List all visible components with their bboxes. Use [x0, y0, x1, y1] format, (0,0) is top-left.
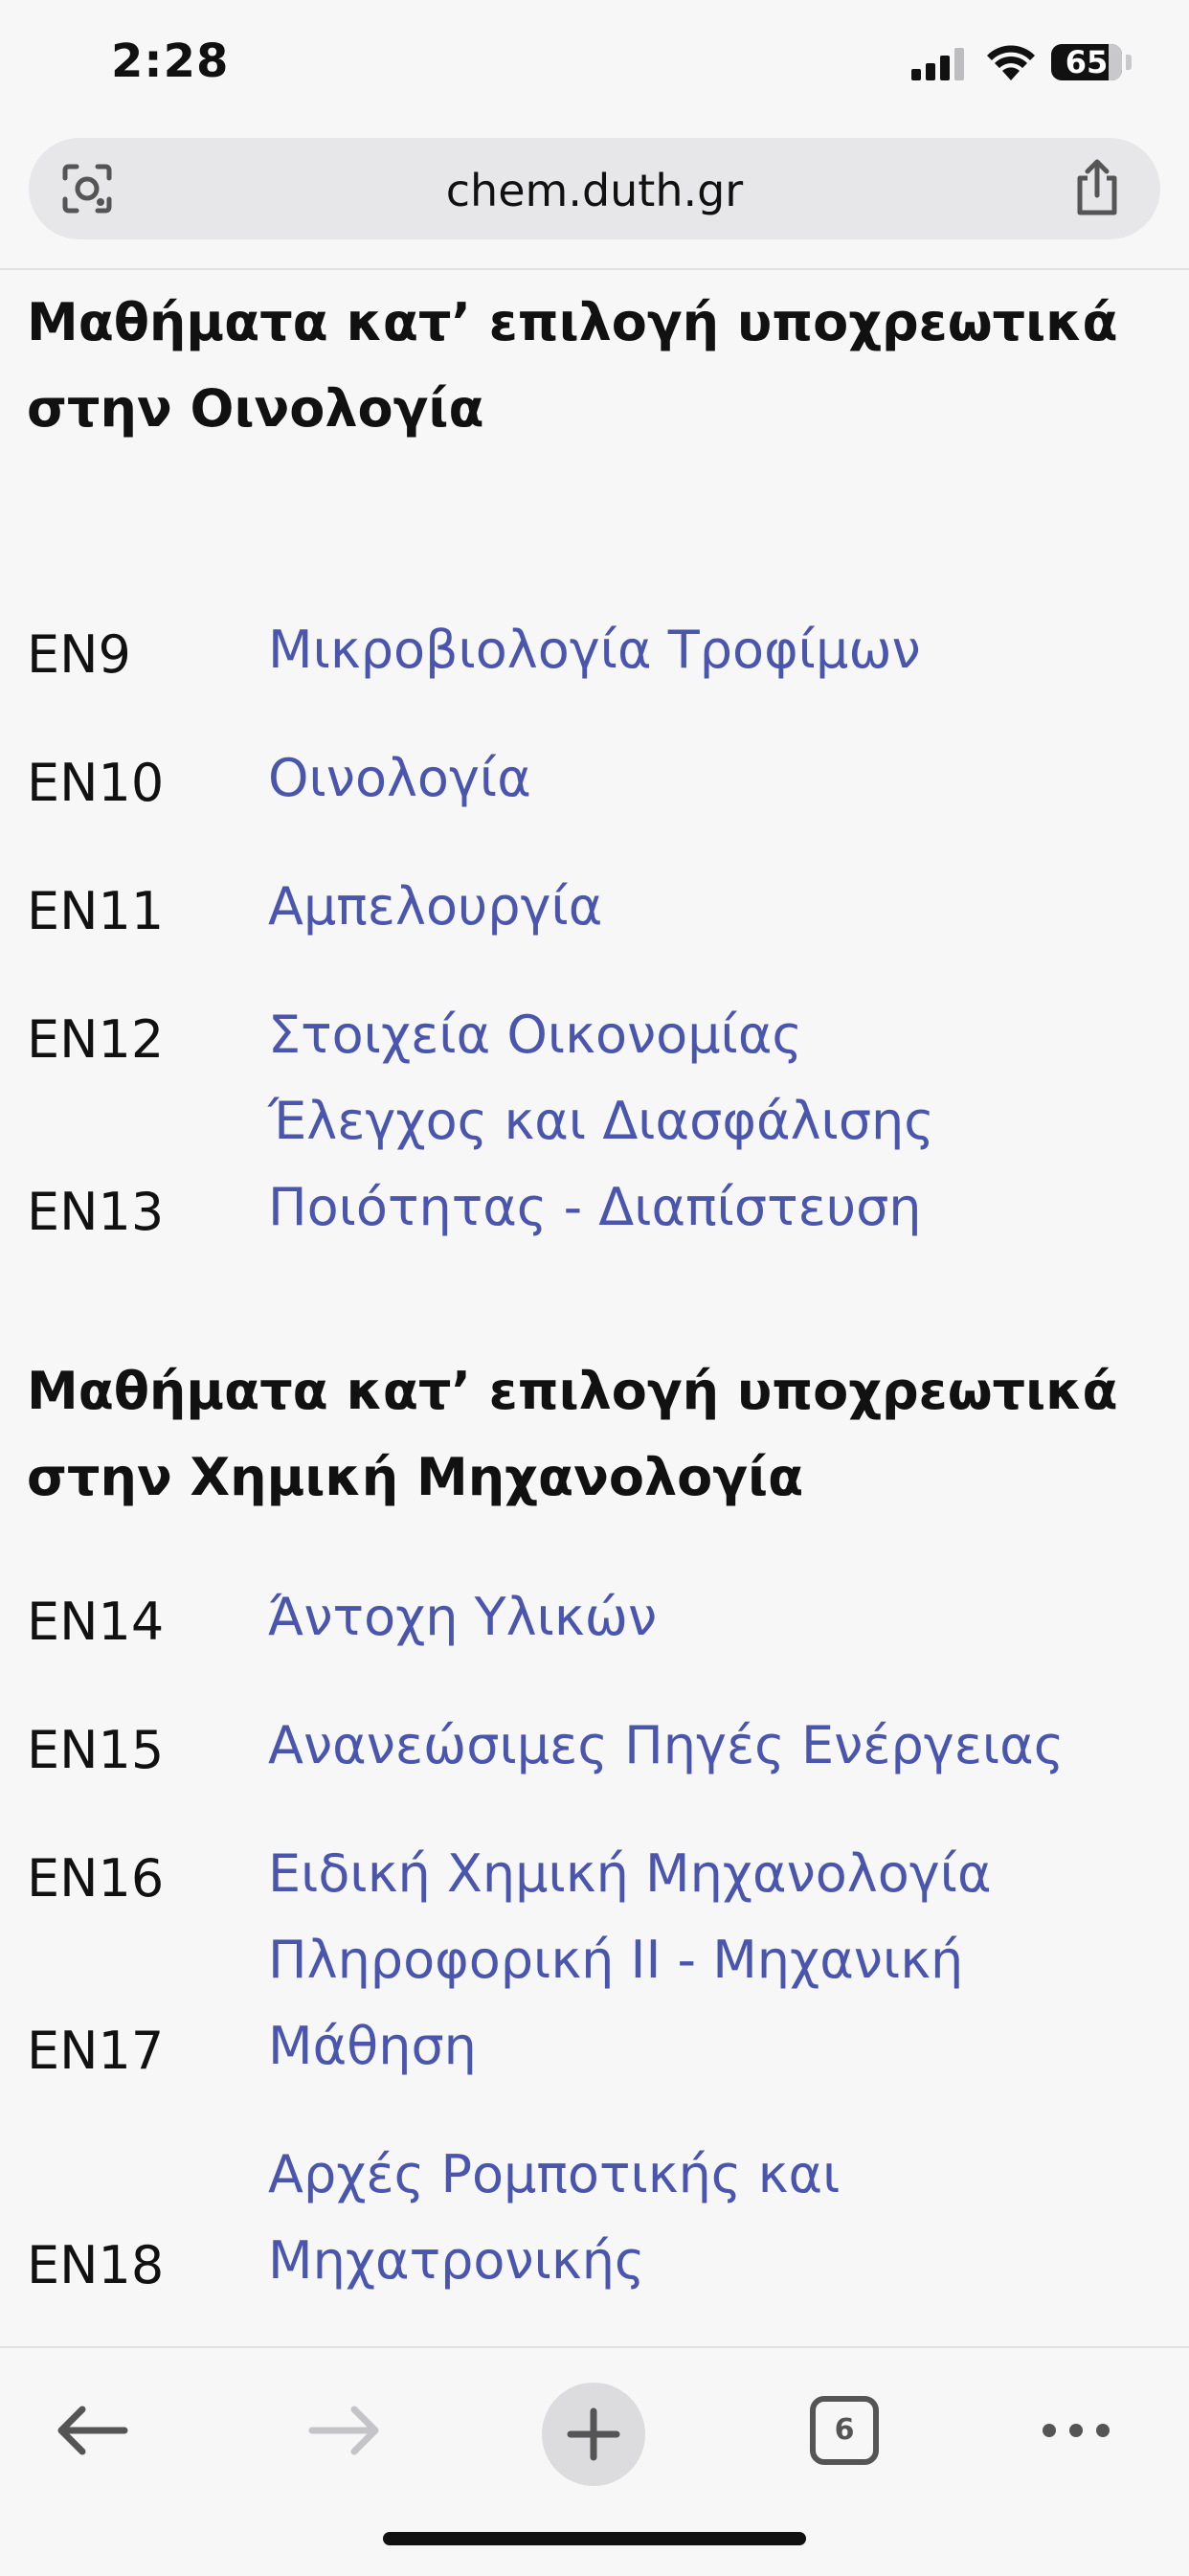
course-link[interactable]: Πληροφορική ΙΙ - Μηχανική Μάθηση — [268, 1917, 1130, 2090]
tab-count: 6 — [834, 2413, 855, 2447]
url-text[interactable]: chem.duth.gr — [29, 165, 1160, 216]
course-code: EN17 — [27, 2021, 165, 2081]
course-code: EN10 — [27, 753, 165, 813]
share-icon[interactable] — [1070, 157, 1124, 218]
plus-icon — [567, 2407, 620, 2461]
course-code: EN13 — [27, 1182, 165, 1242]
course-link[interactable]: Στοιχεία Οικονομίας — [268, 992, 1130, 1078]
course-code: EN16 — [27, 1848, 165, 1909]
forward-icon[interactable] — [306, 2402, 383, 2459]
course-link[interactable]: Άντοχη Υλικών — [268, 1574, 1130, 1661]
course-code: EN9 — [27, 624, 131, 685]
course-code: EN15 — [27, 1720, 165, 1780]
course-link[interactable]: Οινολογία — [268, 735, 1130, 822]
course-code: EN11 — [27, 881, 165, 941]
tabs-button[interactable]: 6 — [808, 2394, 881, 2467]
wifi-icon — [987, 45, 1035, 80]
more-icon[interactable] — [1040, 2411, 1112, 2450]
battery-icon: 65 — [1051, 44, 1122, 80]
course-link[interactable]: Μικροβιολογία Τροφίμων — [268, 607, 1130, 693]
course-link[interactable]: Ανανεώσιμες Πηγές Ενέργειας — [268, 1703, 1130, 1789]
section-title-chemical-engineering: Μαθήματα κατ’ επιλογή υποχρεωτικά στην Χ… — [27, 1361, 1118, 1507]
course-code: EN14 — [27, 1592, 165, 1652]
cellular-signal-icon — [911, 48, 967, 80]
course-code: EN18 — [27, 2235, 165, 2295]
status-time: 2:28 — [111, 34, 230, 88]
course-link[interactable]: Ειδική Χημική Μηχανολογία — [268, 1831, 1130, 1917]
home-indicator — [383, 2532, 806, 2545]
new-tab-button[interactable] — [542, 2383, 645, 2486]
course-link[interactable]: Αμπελουργία — [268, 864, 1130, 950]
back-icon[interactable] — [54, 2402, 130, 2459]
status-bar: 2:28 65 — [0, 0, 1189, 130]
course-code: EN12 — [27, 1009, 165, 1070]
course-link[interactable]: Αρχές Ρομποτικής και Μηχατρονικής — [268, 2132, 1130, 2304]
section-title-oenology: Μαθήματα κατ’ επιλογή υποχρεωτικά στην Ο… — [27, 292, 1118, 439]
address-bar[interactable]: chem.duth.gr — [29, 138, 1160, 239]
page-content: Μαθήματα κατ’ επιλογή υποχρεωτικά στην Ο… — [0, 270, 1189, 2346]
course-link[interactable]: Έλεγχος και Διασφάλισης Ποιότητας - Διαπ… — [268, 1078, 1130, 1251]
battery-tip — [1126, 55, 1132, 70]
